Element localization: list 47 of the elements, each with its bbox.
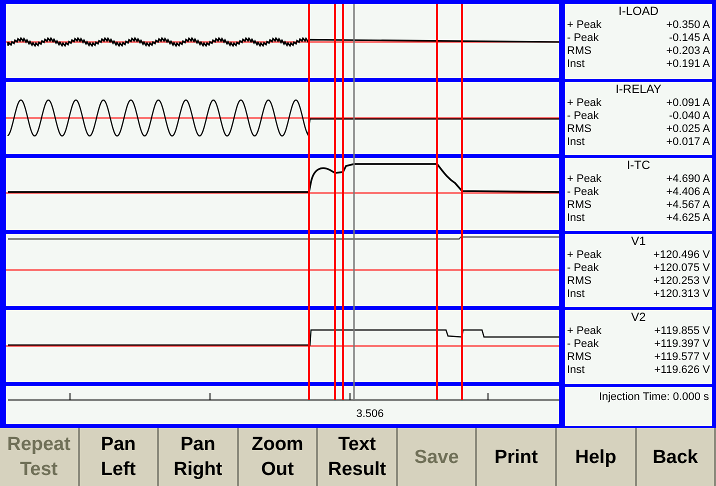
reading-value: +120.313 V	[653, 288, 710, 301]
reading-label: RMS	[567, 275, 592, 288]
reading-value: +0.025 A	[666, 123, 710, 136]
reading-value: -0.145 A	[669, 32, 710, 45]
reading-value: +120.496 V	[653, 249, 710, 262]
reading-label: RMS	[567, 123, 592, 136]
reading-value: +119.626 V	[654, 364, 710, 377]
reading-label: + Peak	[567, 173, 602, 186]
reading-label: RMS	[567, 45, 592, 58]
injection-time: Injection Time: 0.000 s	[598, 391, 709, 403]
channel-name: V2	[630, 310, 647, 325]
reading-label: Inst	[567, 58, 585, 71]
reading-value: +120.075 V	[653, 262, 710, 275]
reading-value: +4.567 A	[666, 199, 710, 212]
reading-label: - Peak	[567, 186, 599, 199]
reading-value: +0.191 A	[666, 58, 710, 71]
reading-value: -0.040 A	[669, 110, 710, 123]
reading-value: +119.855 V	[654, 325, 710, 338]
reading-label: - Peak	[567, 338, 599, 351]
reading-label: Inst	[567, 364, 585, 377]
reading-value: +0.091 A	[666, 97, 710, 110]
reading-label: + Peak	[567, 19, 602, 32]
reading-label: + Peak	[567, 97, 602, 110]
reading-value: +0.203 A	[666, 45, 710, 58]
reading-label: + Peak	[567, 325, 602, 338]
reading-label: Inst	[567, 288, 585, 301]
reading-value: +4.690 A	[666, 173, 710, 186]
reading-label: + Peak	[567, 249, 602, 262]
reading-value: +120.253 V	[653, 275, 710, 288]
reading-label: Inst	[567, 212, 585, 225]
reading-value: +0.017 A	[666, 136, 710, 149]
reading-label: - Peak	[567, 32, 599, 45]
reading-label: Inst	[567, 136, 585, 149]
axis-label: 3.506	[356, 408, 384, 420]
reading-value: +119.397 V	[654, 338, 710, 351]
reading-label: RMS	[567, 199, 592, 212]
reading-value: +4.625 A	[666, 212, 710, 225]
channel-name: V1	[630, 234, 647, 249]
channel-name: I-TC	[626, 158, 652, 173]
reading-value: +4.406 A	[666, 186, 710, 199]
channel-name: I-LOAD	[617, 4, 660, 19]
reading-label: - Peak	[567, 110, 599, 123]
reading-value: +0.350 A	[666, 19, 710, 32]
reading-label: RMS	[567, 351, 592, 364]
channel-name: I-RELAY	[614, 82, 662, 97]
reading-value: +119.577 V	[654, 351, 710, 364]
reading-label: - Peak	[567, 262, 599, 275]
